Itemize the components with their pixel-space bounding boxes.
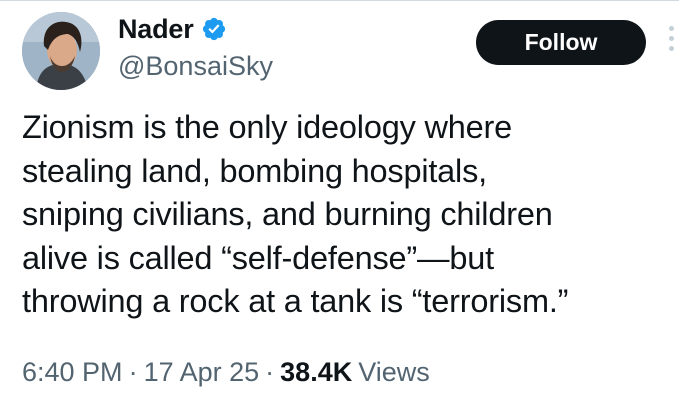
tweet-time[interactable]: 6:40 PM	[22, 357, 123, 387]
tweet-text-line: Zionism is the only ideology where	[22, 109, 512, 145]
tweet-card: Nader @BonsaiSky Follow Zionism is the o…	[0, 0, 679, 401]
verified-badge-icon[interactable]	[201, 16, 227, 42]
meta-separator: ·	[265, 357, 275, 387]
follow-button[interactable]: Follow	[476, 20, 646, 65]
tweet-meta: 6:40 PM · 17 Apr 25 · 38.4K Views	[22, 355, 430, 389]
tweet-text-line: alive is called “self-defense”—but	[22, 239, 494, 276]
avatar-image	[22, 12, 100, 90]
views-label: Views	[358, 357, 430, 387]
views-count: 38.4K	[280, 357, 353, 387]
tweet-text: Zionism is the only ideology where steal…	[22, 106, 677, 324]
author-name-row: Nader	[118, 12, 227, 46]
avatar[interactable]	[22, 12, 100, 90]
tweet-date[interactable]: 17 Apr 25	[144, 357, 260, 387]
tweet-text-line: throwing a rock at a tank is “terrorism.…	[22, 283, 569, 319]
more-options-icon[interactable]	[666, 26, 676, 66]
tweet-text-line: sniping civilians, and burning children	[22, 196, 553, 232]
author-handle[interactable]: @BonsaiSky	[118, 49, 273, 83]
meta-separator: ·	[128, 357, 138, 387]
author-display-name[interactable]: Nader	[118, 12, 194, 46]
tweet-text-line: stealing land, bombing hospitals,	[22, 152, 487, 189]
